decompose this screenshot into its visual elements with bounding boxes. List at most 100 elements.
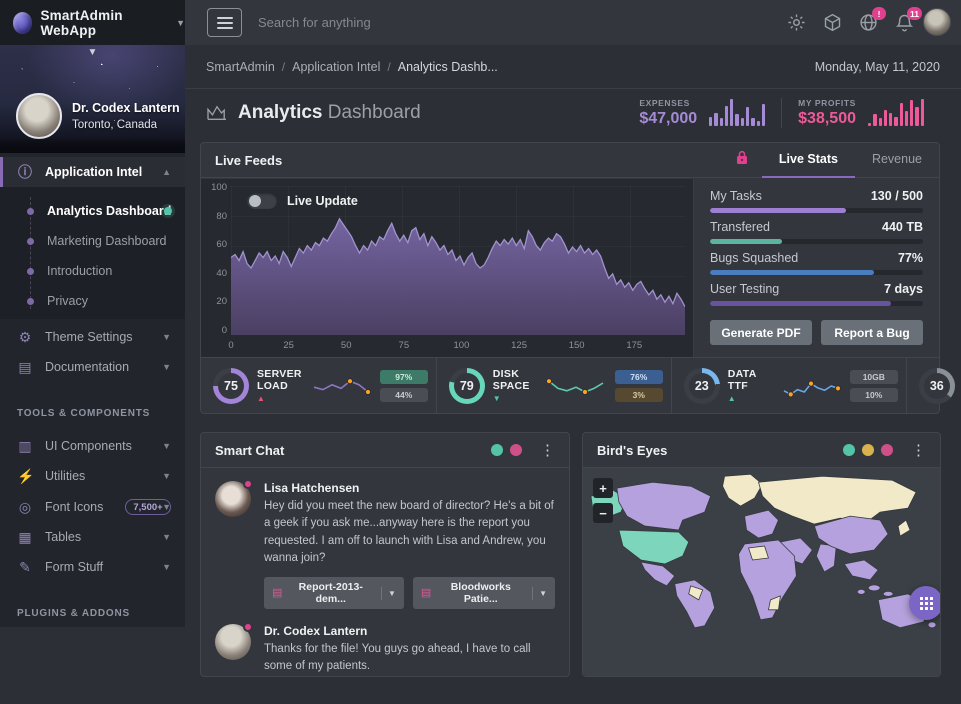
world-map: + − xyxy=(583,468,940,676)
user-avatar[interactable] xyxy=(923,8,951,36)
data-ttf-gauge: 23 xyxy=(684,368,720,404)
stat-badge: 10% xyxy=(850,388,898,402)
toggle-switch[interactable] xyxy=(247,193,277,209)
lock-icon[interactable] xyxy=(736,150,748,170)
sidebar-item-ui-components[interactable]: ▥ UI Components ▼ xyxy=(0,431,185,461)
sidebar-item-application-intel[interactable]: ⓘ Application Intel ▲ xyxy=(0,157,185,187)
globe-alerts-icon[interactable]: ! xyxy=(858,12,879,33)
stat-data-ttf: 23 DATATTF▲ 10GB10% xyxy=(671,358,906,414)
map-zoom-in-button[interactable]: + xyxy=(593,478,613,498)
chevron-down-icon: ▼ xyxy=(162,332,171,342)
table-icon: ▦ xyxy=(17,529,33,546)
smart-chat-title: Smart Chat xyxy=(215,443,284,458)
birds-eyes-header: Bird's Eyes ⋮ xyxy=(583,433,940,468)
settings-gear-icon[interactable] xyxy=(786,12,807,33)
sidebar-item-tables[interactable]: ▦ Tables ▼ xyxy=(0,522,185,552)
chevron-down-icon: ▼ xyxy=(162,441,171,451)
bullet-icon xyxy=(27,268,34,275)
attachment-bloodworks-button[interactable]: ▤ Bloodworks Patie... ▼ xyxy=(413,577,555,609)
y-axis-ticks: 100806040200 xyxy=(205,183,227,335)
profile-collapse-chevron-icon[interactable]: ▼ xyxy=(88,47,98,58)
file-icon: ▤ xyxy=(421,588,431,599)
breadcrumb-application-intel[interactable]: Application Intel xyxy=(292,60,380,74)
live-feeds-header: Live Feeds Live Stats Revenue xyxy=(201,143,939,178)
sidebar-item-theme-settings[interactable]: ⚙ Theme Settings ▼ xyxy=(0,322,185,352)
stat-badge: 3% xyxy=(615,388,663,402)
sidebar-item-introduction[interactable]: Introduction xyxy=(0,256,185,286)
map-zoom-out-button[interactable]: − xyxy=(593,503,613,523)
apps-cube-icon[interactable] xyxy=(822,12,843,33)
gear-icon: ⚙ xyxy=(17,329,33,346)
chevron-down-icon: ▼ xyxy=(162,532,171,542)
breadcrumb-smartadmin[interactable]: SmartAdmin xyxy=(206,60,275,74)
birds-eyes-title: Bird's Eyes xyxy=(597,443,667,458)
stat-badge: 44% xyxy=(380,388,428,402)
chevron-up-icon: ▲ xyxy=(162,167,171,177)
stat-server-load: 75 SERVERLOAD▲ 97%44% xyxy=(201,358,436,414)
sidebar: ▼ Dr. Codex Lantern Toronto, Canada ⓘ Ap… xyxy=(0,45,185,627)
profile-avatar xyxy=(16,93,62,139)
data-ttf-sparkline xyxy=(780,370,842,402)
sidebar-item-marketing-dashboard[interactable]: Marketing Dashboard xyxy=(0,226,185,256)
tab-live-stats[interactable]: Live Stats xyxy=(762,143,855,178)
sidebar-item-analytics-dashboard[interactable]: Analytics Dashboard xyxy=(0,196,185,226)
kebab-menu-icon[interactable]: ⋮ xyxy=(911,443,926,458)
presence-dot xyxy=(243,479,253,489)
panel-action-dot-teal[interactable] xyxy=(843,444,855,456)
live-stats-list: My Tasks130 / 500 Transfered440 TB Bugs … xyxy=(694,179,939,357)
panel-action-dot-amber[interactable] xyxy=(862,444,874,456)
panel-action-dot-pink[interactable] xyxy=(881,444,893,456)
bolt-icon: ⚡ xyxy=(17,468,33,485)
chevron-down-icon: ▼ xyxy=(176,18,185,28)
book-icon: ▤ xyxy=(17,359,33,376)
panel-action-dot-pink[interactable] xyxy=(510,444,522,456)
application-intel-submenu: Analytics Dashboard Marketing Dashboard … xyxy=(0,187,185,319)
brand[interactable]: SmartAdmin WebApp ▼ xyxy=(0,0,185,45)
live-chart-zone: Live Update 100806040200 xyxy=(201,179,694,357)
profits-stat: MY PROFITS $38,500 xyxy=(781,98,940,128)
file-icon: ▤ xyxy=(272,588,282,599)
generate-pdf-button[interactable]: Generate PDF xyxy=(710,320,812,345)
brand-name: SmartAdmin WebApp xyxy=(40,8,166,38)
breadcrumb-current: Analytics Dashb... xyxy=(398,60,498,74)
panel-action-dot-teal[interactable] xyxy=(491,444,503,456)
message-sender: Dr. Codex Lantern xyxy=(264,624,555,638)
report-bug-button[interactable]: Report a Bug xyxy=(821,320,923,345)
section-plugins-addons: PLUGINS & ADDONS xyxy=(17,608,130,619)
breadcrumb: SmartAdmin / Application Intel / Analyti… xyxy=(185,45,961,89)
tab-revenue[interactable]: Revenue xyxy=(855,143,939,178)
live-update-toggle[interactable]: Live Update xyxy=(247,193,358,209)
birds-eyes-panel: Bird's Eyes ⋮ + − xyxy=(582,432,941,677)
grid-icon xyxy=(920,597,933,610)
stat-disk-space: 79 DISKSPACE▼ 76%3% xyxy=(436,358,671,414)
sidebar-item-documentation[interactable]: ▤ Documentation ▼ xyxy=(0,352,185,382)
disk-space-gauge: 79 xyxy=(449,368,485,404)
chart-icon xyxy=(206,104,228,122)
bell-notifications-icon[interactable]: 11 xyxy=(894,12,915,33)
stat-badge: 76% xyxy=(615,370,663,384)
chevron-down-icon: ▼ xyxy=(162,562,171,572)
chat-messages: Lisa Hatchensen Hey did you meet the new… xyxy=(201,468,569,704)
sidebar-profile[interactable]: ▼ Dr. Codex Lantern Toronto, Canada xyxy=(0,45,185,153)
sidebar-item-privacy[interactable]: Privacy xyxy=(0,286,185,316)
smart-chat-panel: Smart Chat ⋮ Lisa Hatchensen Hey did you… xyxy=(200,432,570,677)
app-launcher-button[interactable] xyxy=(909,586,940,620)
stat-temp: 36 TEMP.▼ 12440F xyxy=(906,358,961,414)
world-map-svg[interactable] xyxy=(583,468,940,628)
sidebar-item-utilities[interactable]: ⚡ Utilities ▼ xyxy=(0,461,185,491)
progress-user-testing: User Testing7 days xyxy=(710,282,923,306)
kebab-menu-icon[interactable]: ⋮ xyxy=(540,443,555,458)
pin-icon: ◎ xyxy=(17,499,33,516)
attachment-report-button[interactable]: ▤ Report-2013-dem... ▼ xyxy=(264,577,404,609)
progress-my-tasks: My Tasks130 / 500 xyxy=(710,189,923,213)
page-title: Analytics Dashboard xyxy=(238,102,421,124)
search-input[interactable] xyxy=(258,15,558,30)
sidebar-item-form-stuff[interactable]: ✎ Form Stuff ▼ xyxy=(0,552,185,582)
sidebar-item-font-icons[interactable]: ◎ Font Icons 7,500+ ▼ xyxy=(0,492,185,522)
live-indicator-dot xyxy=(164,207,172,215)
chevron-down-icon: ▼ xyxy=(539,589,547,598)
temp-gauge: 36 xyxy=(919,368,955,404)
smart-chat-header: Smart Chat ⋮ xyxy=(201,433,569,468)
profits-label: MY PROFITS xyxy=(798,98,856,108)
menu-toggle-button[interactable] xyxy=(207,8,242,37)
